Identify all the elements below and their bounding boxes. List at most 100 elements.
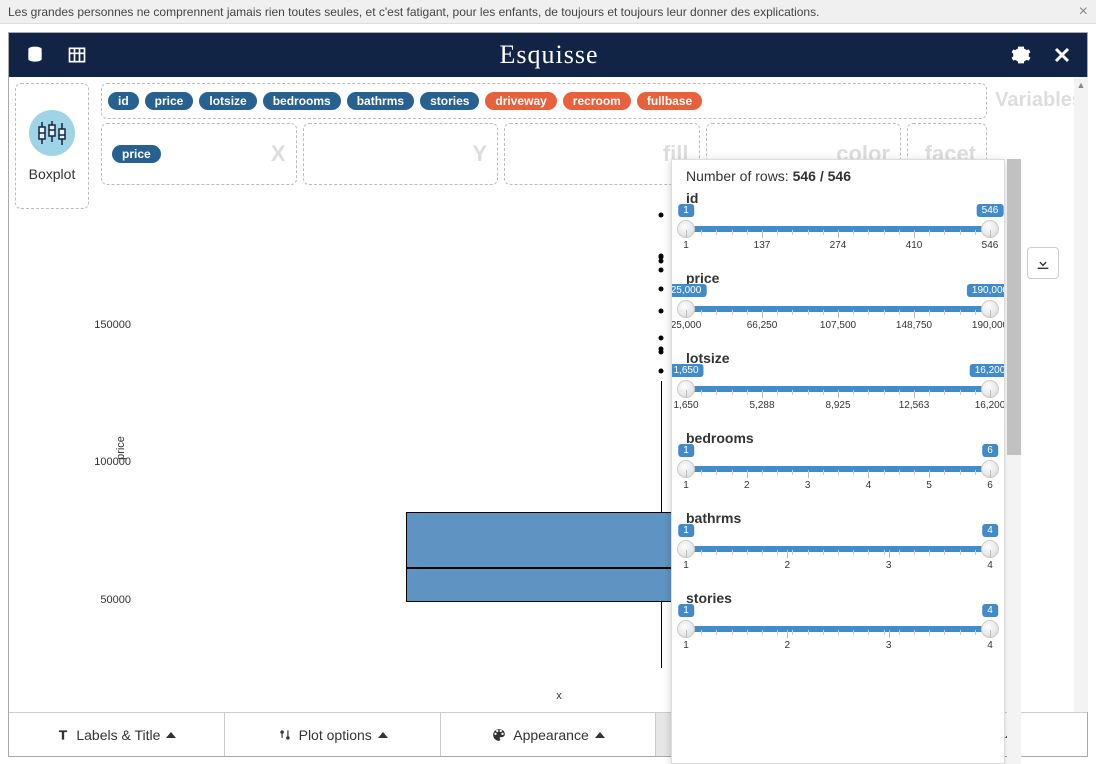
data-filter-panel: Number of rows: 546 / 546 id154611372744… xyxy=(671,159,1005,764)
ruler-tick-label: 4 xyxy=(987,640,993,651)
y-tick: 50000 xyxy=(95,594,131,606)
ruler-tick-label: 3 xyxy=(805,480,811,491)
ruler-tick-label: 1 xyxy=(683,480,689,491)
data-panel-scrollbar[interactable] xyxy=(1007,159,1021,764)
ruler-tick-label: 2 xyxy=(785,560,791,571)
slider-stories: stories 1 41 2 3 4 xyxy=(686,590,990,660)
slider-ruler: 1 2 3 4 xyxy=(686,556,990,580)
gear-icon[interactable] xyxy=(1011,45,1031,65)
ruler-tick-label: 410 xyxy=(906,240,923,251)
ruler-tick-label: 137 xyxy=(754,240,771,251)
pill-id[interactable]: id xyxy=(108,92,139,110)
slider-title: stories xyxy=(686,590,990,606)
ruler-tick-label: 5,288 xyxy=(749,400,774,411)
geom-label: Boxplot xyxy=(29,166,76,182)
pill-driveway[interactable]: driveway xyxy=(485,92,556,110)
app-title: Esquisse xyxy=(500,40,599,70)
close-icon[interactable] xyxy=(1053,46,1071,64)
well-x[interactable]: Xprice xyxy=(101,123,297,185)
y-tick: 150000 xyxy=(95,319,131,331)
x-axis-label: x xyxy=(556,690,562,702)
slider-title: bedrooms xyxy=(686,430,990,446)
slider-ruler: 25,00066,250107,500148,750190,000 xyxy=(686,316,990,340)
ruler-tick-label: 148,750 xyxy=(896,320,932,331)
ruler-tick-label: 1 xyxy=(683,240,689,251)
pill-price[interactable]: price xyxy=(145,92,194,110)
outlier xyxy=(658,286,663,291)
outlier xyxy=(658,369,663,374)
pill-recroom[interactable]: recroom xyxy=(563,92,631,110)
download-button[interactable] xyxy=(1027,247,1059,279)
slider-lotsize: lotsize1,65016,2001,6505,2888,92512,5631… xyxy=(686,350,990,420)
ruler-tick-label: 2 xyxy=(785,640,791,651)
ruler-tick-label: 6 xyxy=(987,480,993,491)
pill-bedrooms[interactable]: bedrooms xyxy=(263,92,341,110)
outlier xyxy=(658,308,663,313)
ruler-tick-label: 546 xyxy=(982,240,999,251)
outlier xyxy=(658,336,663,341)
slider-title: bathrms xyxy=(686,510,990,526)
slider-price: price25,000190,00025,00066,250107,500148… xyxy=(686,270,990,340)
scrollbar-up-arrow-icon[interactable]: ▲ xyxy=(1074,77,1088,93)
app-body: Boxplot idpricelotsizebedroomsbathrmssto… xyxy=(9,77,1087,712)
ruler-tick-label: 4 xyxy=(987,560,993,571)
boxplot-icon xyxy=(29,110,75,156)
ruler-tick-label: 1 xyxy=(683,560,689,571)
pill-fullbase[interactable]: fullbase xyxy=(637,92,702,110)
header-left xyxy=(25,45,87,65)
data-panel-scroll-thumb[interactable] xyxy=(1007,159,1021,455)
ruler-tick-label: 66,250 xyxy=(747,320,778,331)
tab-plot-options[interactable]: Plot options xyxy=(225,713,441,756)
ruler-tick-label: 274 xyxy=(830,240,847,251)
table-icon[interactable] xyxy=(67,45,87,65)
row-count: Number of rows: 546 / 546 xyxy=(686,168,990,184)
slider-title: lotsize xyxy=(686,350,990,366)
ruler-tick-label: 5 xyxy=(926,480,932,491)
pill-stories[interactable]: stories xyxy=(420,92,479,110)
slider-bedrooms: bedrooms16123456 xyxy=(686,430,990,500)
ruler-tick-label: 16,200 xyxy=(975,400,1005,411)
slider-ruler: 123456 xyxy=(686,476,990,500)
tab-labels-title[interactable]: Labels & Title xyxy=(9,713,225,756)
caret-up-icon xyxy=(378,732,388,738)
geom-boxplot-card[interactable]: Boxplot xyxy=(15,83,89,209)
outlier xyxy=(658,212,663,217)
banner-close-button[interactable]: × xyxy=(1079,3,1088,21)
app-window: Esquisse xyxy=(8,32,1088,757)
ruler-tick-label: 107,500 xyxy=(820,320,856,331)
slider-id: id15461137274410546 xyxy=(686,190,990,260)
right-scrollbar[interactable]: ▲ xyxy=(1074,77,1088,712)
ruler-tick-label: 12,563 xyxy=(899,400,930,411)
banner-text: Les grandes personnes ne comprennent jam… xyxy=(8,5,819,19)
ruler-tick-label: 1,650 xyxy=(673,400,698,411)
ruler-tick-label: 3 xyxy=(886,560,892,571)
ruler-tick-label: 3 xyxy=(886,640,892,651)
outlier xyxy=(658,347,663,352)
tab-appearance[interactable]: Appearance xyxy=(441,713,657,756)
outlier xyxy=(658,253,663,258)
whisker-lower xyxy=(661,602,662,668)
caret-up-icon xyxy=(166,732,176,738)
y-tick: 100000 xyxy=(95,456,131,468)
slider-bathrms: bathrms 1 41 2 3 4 xyxy=(686,510,990,580)
geom-panel: Boxplot xyxy=(9,77,95,712)
variable-pills-row[interactable]: idprice lotsize bedrooms bathrms stories driv… xyxy=(101,83,987,119)
outlier xyxy=(658,267,663,272)
notification-banner: Les grandes personnes ne comprennent jam… xyxy=(0,0,1096,24)
app-header: Esquisse xyxy=(9,33,1087,77)
pill-lotsize[interactable]: lotsize xyxy=(199,92,256,110)
slider-ruler: 1137274410546 xyxy=(686,236,990,260)
header-right xyxy=(1011,45,1071,65)
database-icon[interactable] xyxy=(25,45,45,65)
pill-bathrms[interactable]: bathrms xyxy=(347,92,414,110)
pill-price-in-x[interactable]: price xyxy=(112,145,161,163)
ruler-tick-label: 1 xyxy=(683,640,689,651)
ruler-tick-label: 4 xyxy=(866,480,872,491)
well-y[interactable]: Y xyxy=(303,123,499,185)
ruler-tick-label: 25,000 xyxy=(671,320,701,331)
variables-placeholder: Variables xyxy=(995,89,1083,112)
slider-title: id xyxy=(686,190,990,206)
caret-up-icon xyxy=(595,732,605,738)
slider-ruler: 1 2 3 4 xyxy=(686,636,990,660)
slider-ruler: 1,6505,2888,92512,56316,200 xyxy=(686,396,990,420)
